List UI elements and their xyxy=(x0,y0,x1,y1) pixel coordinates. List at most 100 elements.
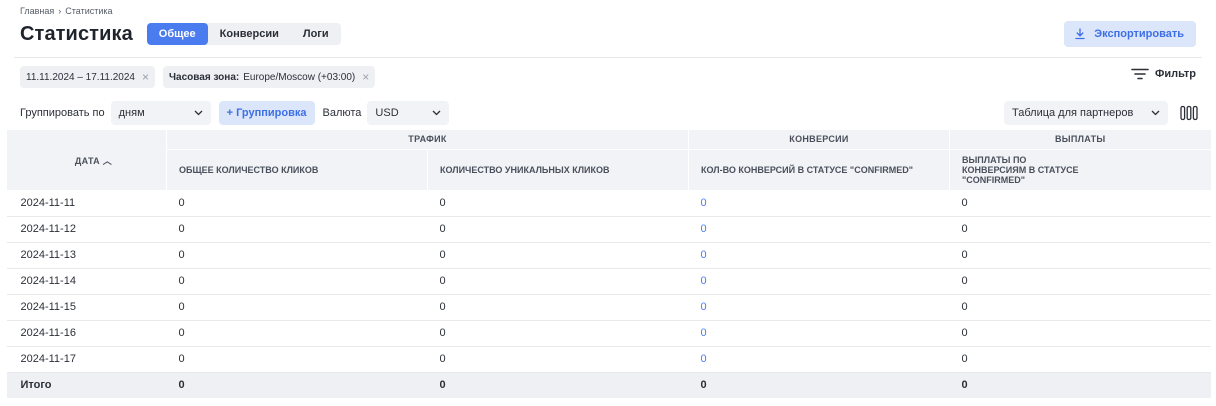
chevron-down-icon xyxy=(1151,110,1160,116)
group-traffic: ТРАФИК xyxy=(166,130,689,149)
cell-payouts: 0 xyxy=(949,242,1211,269)
cell-payouts: 0 xyxy=(949,268,1211,295)
close-icon[interactable]: × xyxy=(362,70,369,84)
add-grouping-button[interactable]: + Группировка xyxy=(218,101,315,125)
cell-date: 2024-11-14 xyxy=(6,268,167,295)
group-by-label: Группировать по xyxy=(20,107,105,119)
cell-unique: 0 xyxy=(427,346,689,373)
breadcrumb-current: Статистика xyxy=(65,6,113,16)
cell-date: 2024-11-17 xyxy=(6,346,167,373)
table-row: 2024-11-17 0 0 0 0 xyxy=(6,346,1211,373)
table-row: 2024-11-11 0 0 0 0 xyxy=(6,190,1211,217)
chevron-down-icon xyxy=(432,110,441,116)
total-unique: 0 xyxy=(427,372,689,398)
partner-table-value: Таблица для партнеров xyxy=(1012,107,1134,119)
timezone-label: Часовая зона: xyxy=(169,71,240,83)
date-header-label: ДАТА xyxy=(74,155,100,166)
cell-date: 2024-11-12 xyxy=(6,216,167,243)
cell-unique: 0 xyxy=(427,242,689,269)
column-header-confirmed-payouts[interactable]: ВЫПЛАТЫ ПО КОНВЕРСИЯМ В СТАТУСЕ "CONFIRM… xyxy=(949,148,1211,190)
column-header-total-clicks[interactable]: ОБЩЕЕ КОЛИЧЕСТВО КЛИКОВ xyxy=(166,148,428,190)
cell-payouts: 0 xyxy=(949,294,1211,321)
breadcrumb-separator: › xyxy=(58,6,62,16)
cell-date: 2024-11-15 xyxy=(6,294,167,321)
cell-clicks: 0 xyxy=(166,268,428,295)
tab-general[interactable]: Общее xyxy=(146,23,208,45)
total-clicks: 0 xyxy=(166,372,428,398)
cell-unique: 0 xyxy=(427,320,689,347)
cell-payouts: 0 xyxy=(949,216,1211,243)
cell-clicks: 0 xyxy=(166,320,428,347)
group-payouts: ВЫПЛАТЫ xyxy=(949,130,1211,149)
active-filters: 11.11.2024 – 17.11.2024 × Часовая зона: … xyxy=(20,66,376,88)
tabs: Общее Конверсии Логи xyxy=(146,23,341,45)
export-button[interactable]: Экспортировать xyxy=(1064,21,1196,47)
filter-label: Фильтр xyxy=(1154,68,1196,80)
cell-clicks: 0 xyxy=(166,216,428,243)
cell-date: 2024-11-16 xyxy=(6,320,167,347)
close-icon[interactable]: × xyxy=(142,70,149,84)
breadcrumb-home[interactable]: Главная xyxy=(20,6,54,16)
divider xyxy=(14,57,1202,58)
timezone-chip[interactable]: Часовая зона: Europe/Moscow (+03:00) × xyxy=(163,66,376,88)
cell-conversions-link[interactable]: 0 xyxy=(688,294,950,321)
date-range-value: 11.11.2024 – 17.11.2024 xyxy=(26,71,135,83)
statistics-table: ДАТА ︿ ТРАФИК КОНВЕРСИИ ВЫПЛАТЫ ОБЩЕЕ КО… xyxy=(6,130,1211,398)
total-row: Итого 0 0 0 0 xyxy=(6,372,1211,398)
breadcrumb: Главная › Статистика xyxy=(20,6,113,16)
table-group-header: ДАТА ︿ ТРАФИК КОНВЕРСИИ ВЫПЛАТЫ xyxy=(6,130,1211,190)
group-conversions: КОНВЕРСИИ xyxy=(688,130,950,149)
cell-clicks: 0 xyxy=(166,346,428,373)
currency-value: USD xyxy=(375,107,399,119)
timezone-value: Europe/Moscow (+03:00) xyxy=(243,71,356,83)
cell-conversions-link[interactable]: 0 xyxy=(688,216,950,243)
export-label: Экспортировать xyxy=(1094,28,1184,40)
cell-conversions-link[interactable]: 0 xyxy=(688,268,950,295)
table-row: 2024-11-16 0 0 0 0 xyxy=(6,320,1211,347)
currency-label: Валюта xyxy=(322,107,362,119)
total-conversions: 0 xyxy=(688,372,950,398)
cell-conversions-link[interactable]: 0 xyxy=(688,190,950,217)
cell-clicks: 0 xyxy=(166,242,428,269)
cell-unique: 0 xyxy=(427,190,689,217)
partner-table-select[interactable]: Таблица для партнеров xyxy=(1004,101,1168,125)
tab-conversions[interactable]: Конверсии xyxy=(208,23,291,45)
cell-payouts: 0 xyxy=(949,190,1211,217)
cell-clicks: 0 xyxy=(166,294,428,321)
table-row: 2024-11-12 0 0 0 0 xyxy=(6,216,1211,243)
cell-conversions-link[interactable]: 0 xyxy=(688,242,950,269)
cell-clicks: 0 xyxy=(166,190,428,217)
total-label: Итого xyxy=(6,372,167,398)
currency-select[interactable]: USD xyxy=(367,101,450,125)
columns-icon[interactable] xyxy=(1180,105,1198,121)
cell-conversions-link[interactable]: 0 xyxy=(688,320,950,347)
chevron-down-icon xyxy=(194,110,203,116)
title-row: Статистика Общее Конверсии Логи xyxy=(20,22,341,46)
table-column-header: ОБЩЕЕ КОЛИЧЕСТВО КЛИКОВ КОЛИЧЕСТВО УНИКА… xyxy=(7,148,1211,190)
date-range-chip[interactable]: 11.11.2024 – 17.11.2024 × xyxy=(20,66,156,88)
cell-unique: 0 xyxy=(427,294,689,321)
tab-logs[interactable]: Логи xyxy=(291,23,341,45)
column-header-unique-clicks[interactable]: КОЛИЧЕСТВО УНИКАЛЬНЫХ КЛИКОВ xyxy=(427,148,689,190)
cell-unique: 0 xyxy=(427,268,689,295)
table-row: 2024-11-15 0 0 0 0 xyxy=(6,294,1211,321)
date-column-header[interactable]: ДАТА ︿ xyxy=(6,130,167,190)
column-header-confirmed-conversions[interactable]: КОЛ-ВО КОНВЕРСИЙ В СТАТУСЕ "CONFIRMED" xyxy=(688,148,950,190)
group-by-select[interactable]: дням xyxy=(110,101,211,125)
group-by-value: дням xyxy=(118,107,145,119)
filter-button[interactable]: Фильтр xyxy=(1131,68,1196,80)
grouping-toolbar: Группировать по дням + Группировка Валют… xyxy=(20,101,450,125)
page-title: Статистика xyxy=(20,22,133,45)
filter-icon xyxy=(1131,68,1149,80)
download-icon xyxy=(1075,28,1085,40)
cell-payouts: 0 xyxy=(949,320,1211,347)
cell-unique: 0 xyxy=(427,216,689,243)
total-payouts: 0 xyxy=(949,372,1211,398)
cell-payouts: 0 xyxy=(949,346,1211,373)
cell-date: 2024-11-11 xyxy=(6,190,167,217)
table-row: 2024-11-14 0 0 0 0 xyxy=(6,268,1211,295)
table-row: 2024-11-13 0 0 0 0 xyxy=(6,242,1211,269)
cell-date: 2024-11-13 xyxy=(6,242,167,269)
sort-asc-icon: ︿ xyxy=(102,155,113,166)
cell-conversions-link[interactable]: 0 xyxy=(688,346,950,373)
